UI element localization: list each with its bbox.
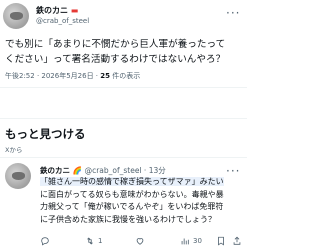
avatar[interactable] bbox=[3, 3, 29, 29]
rainbow-flag-icon: 🌈 bbox=[72, 166, 82, 175]
rec-tweet-text: 「雑さん一時の感情で稼ぎ損失ってザマァ」みたい に面白がってる奴らも意味がわから… bbox=[40, 176, 224, 226]
section-subtitle: Xから bbox=[5, 146, 23, 154]
display-name-text: 鉄のカニ bbox=[36, 6, 68, 15]
rainbow-flag-icon: ▬ bbox=[70, 6, 79, 15]
tweet-text: でも別に「あまりに不憫だから巨人軍が養ったって ください」って署名活動するわけで… bbox=[5, 37, 225, 67]
bookmark-icon bbox=[218, 236, 224, 246]
views-label: 件の表示 bbox=[110, 72, 141, 80]
heart-icon bbox=[136, 238, 144, 245]
more-options-icon[interactable]: ··· bbox=[226, 164, 240, 178]
avatar[interactable] bbox=[5, 163, 31, 189]
divider bbox=[0, 87, 247, 88]
views-count: 30 bbox=[193, 237, 202, 245]
reply-icon bbox=[41, 237, 49, 246]
handle[interactable]: @crab_of_steel bbox=[36, 17, 89, 25]
reply-button[interactable] bbox=[40, 236, 53, 246]
retweet-count: 1 bbox=[98, 237, 103, 245]
tweet-time[interactable]: 午後2:52 · 2026年5月26日 · bbox=[5, 72, 100, 80]
tweet-meta: 午後2:52 · 2026年5月26日 · 25 件の表示 bbox=[5, 71, 140, 81]
tweet-text-line: でも別に「あまりに不憫だから巨人軍が養ったって bbox=[5, 39, 226, 50]
divider bbox=[0, 157, 247, 158]
divider bbox=[0, 118, 247, 119]
display-name[interactable]: 鉄のカニ ▬ bbox=[36, 5, 78, 16]
section-title: もっと見つける bbox=[5, 127, 86, 141]
share-button[interactable] bbox=[232, 236, 242, 246]
handle-and-time[interactable]: @crab_of_steel · 13分 bbox=[85, 166, 166, 175]
like-button[interactable] bbox=[135, 236, 148, 246]
tweet-text-line: に子供含めた家族に我慢を強いるわけでしょう？ bbox=[40, 214, 216, 224]
retweet-button[interactable]: 1 bbox=[85, 236, 102, 246]
views-icon bbox=[181, 238, 189, 245]
tweet-text-line: 力親父って「俺が稼いでるんやぞ」をいわば免罪符 bbox=[40, 202, 224, 211]
tweet-text-line: に面白がってる奴らも意味がわからない。毒親や暴 bbox=[40, 189, 224, 199]
tweet-text-line: 「雑さん一時の感情で稼ぎ損失ってザマァ」みたい bbox=[40, 176, 224, 189]
share-icon bbox=[233, 236, 241, 245]
more-options-icon[interactable]: ··· bbox=[226, 6, 240, 20]
rec-tweet-header: 鉄のカニ 🌈 @crab_of_steel · 13分 bbox=[40, 165, 166, 176]
display-name[interactable]: 鉄のカニ bbox=[40, 166, 70, 175]
tweet-text-line: ください」って署名活動するわけではないんやろ？ bbox=[5, 54, 226, 65]
retweet-icon bbox=[87, 237, 93, 245]
action-bar: 1 30 bbox=[40, 236, 242, 248]
views-count: 25 bbox=[100, 72, 110, 80]
highlighted-text: 「雑さん一時の感情で稼ぎ損失ってザマァ」みたい bbox=[40, 177, 224, 186]
bookmark-button[interactable] bbox=[216, 236, 226, 246]
views-button[interactable]: 30 bbox=[180, 236, 202, 246]
